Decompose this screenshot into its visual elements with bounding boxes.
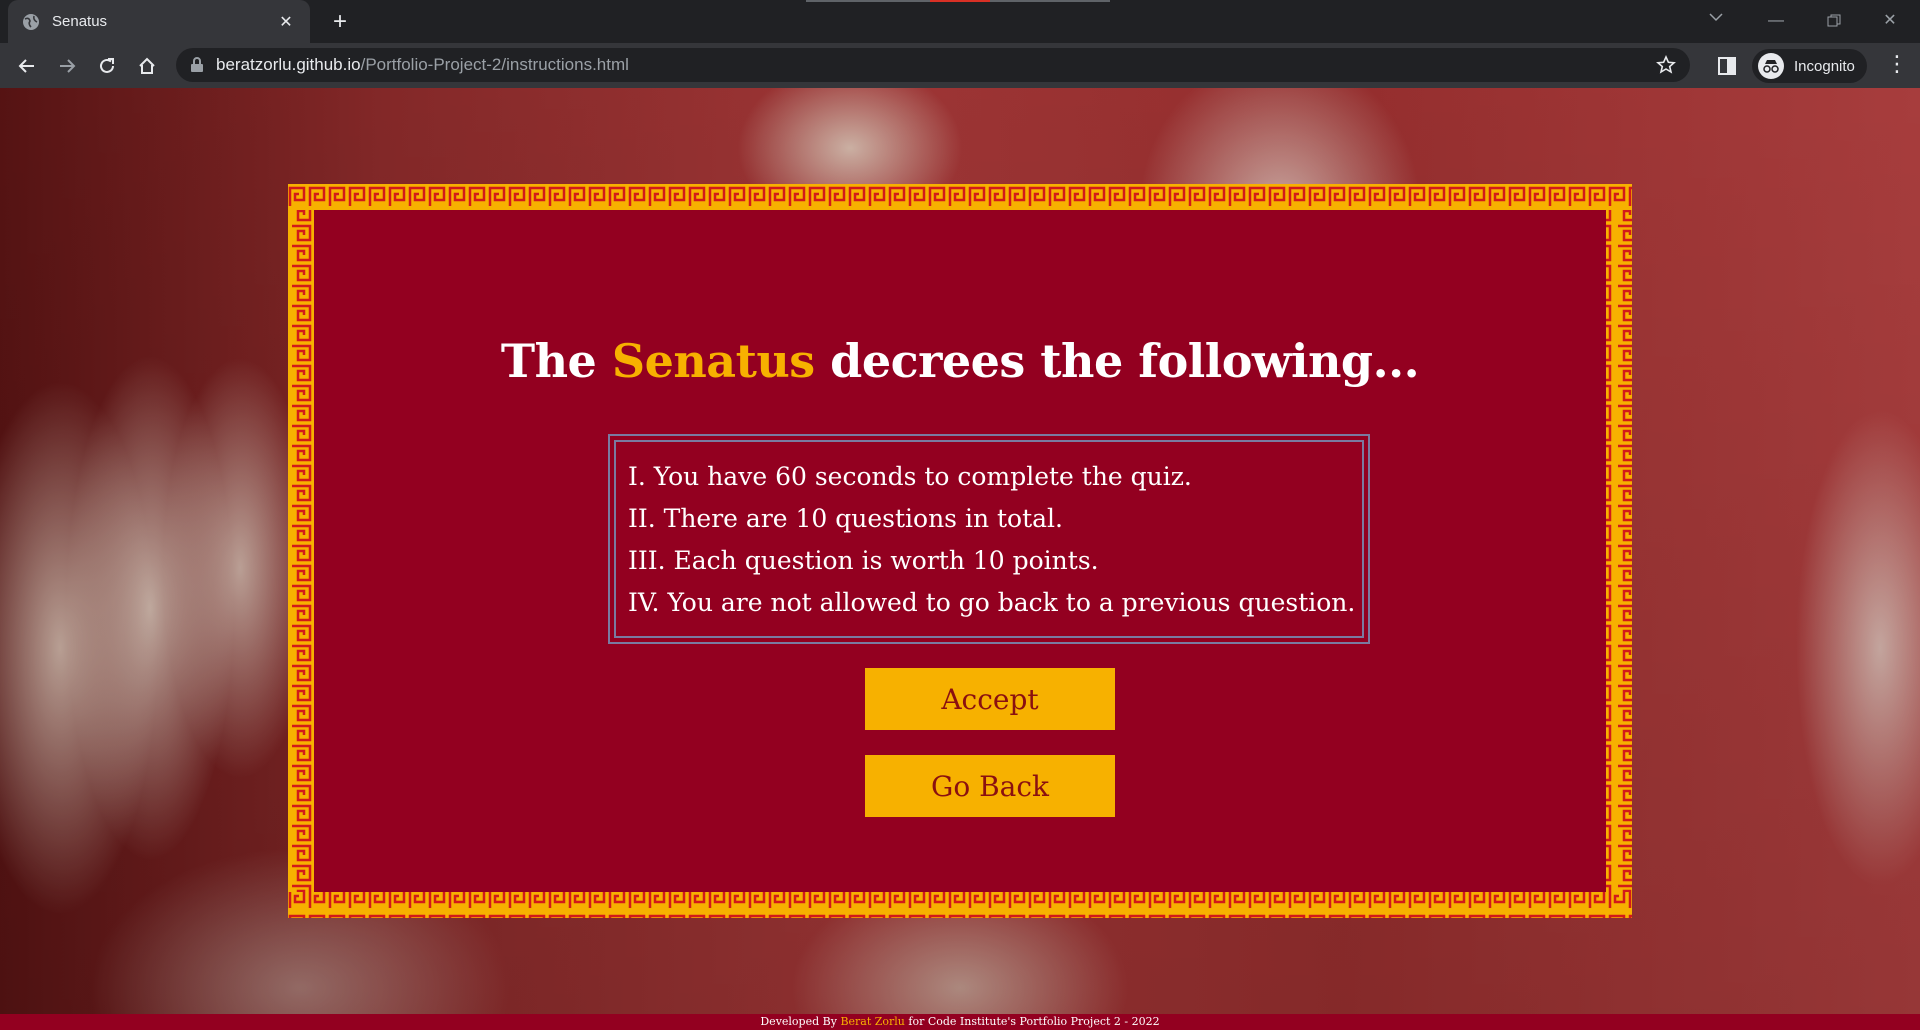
incognito-profile-button[interactable]: Incognito	[1752, 49, 1867, 83]
address-bar[interactable]: beratzorlu.github.io/Portfolio-Project-2…	[176, 48, 1690, 82]
rule-item: II. There are 10 questions in total.	[628, 504, 1063, 533]
drag-mark	[990, 0, 1110, 2]
go-back-button[interactable]: Go Back	[865, 755, 1115, 817]
card-body: The Senatus decrees the following... I. …	[314, 210, 1606, 892]
title-accent: Senatus	[611, 334, 815, 388]
tab-senatus[interactable]: Senatus ✕	[8, 0, 310, 43]
minimize-button[interactable]: —	[1756, 6, 1796, 36]
developer-name-link[interactable]: Berat Zorlu	[840, 1015, 904, 1028]
tab-strip: Senatus ✕ + — ✕	[0, 0, 1920, 43]
page-viewport: The Senatus decrees the following... I. …	[0, 88, 1920, 1030]
reload-icon[interactable]	[92, 51, 122, 81]
profile-label: Incognito	[1794, 57, 1855, 75]
accept-button[interactable]: Accept	[865, 668, 1115, 730]
tab-search-icon[interactable]	[1708, 10, 1724, 26]
browser-toolbar: beratzorlu.github.io/Portfolio-Project-2…	[0, 43, 1920, 88]
drag-mark	[806, 0, 930, 2]
page-footer: Developed By Berat Zorlu for Code Instit…	[0, 1014, 1920, 1030]
rule-item: I. You have 60 seconds to complete the q…	[628, 462, 1192, 491]
bookmark-star-icon[interactable]	[1656, 55, 1676, 75]
close-window-button[interactable]: ✕	[1870, 6, 1910, 36]
globe-icon	[23, 13, 39, 30]
incognito-icon	[1758, 53, 1784, 79]
instructions-card: The Senatus decrees the following... I. …	[288, 184, 1632, 918]
page-title: The Senatus decrees the following...	[500, 334, 1420, 388]
tab-title: Senatus	[52, 13, 108, 30]
forward-arrow-icon[interactable]	[52, 51, 82, 81]
side-panel-icon[interactable]	[1716, 55, 1738, 77]
kebab-menu-icon[interactable]: ⋮	[1886, 54, 1908, 77]
back-arrow-icon[interactable]	[12, 51, 42, 81]
new-tab-button[interactable]: +	[326, 8, 354, 36]
url-text: beratzorlu.github.io/Portfolio-Project-2…	[216, 55, 629, 74]
rule-item: III. Each question is worth 10 points.	[628, 546, 1099, 575]
rules-box: I. You have 60 seconds to complete the q…	[608, 434, 1370, 644]
restore-button[interactable]	[1814, 6, 1854, 36]
close-tab-icon[interactable]: ✕	[276, 12, 296, 31]
home-icon[interactable]	[132, 51, 162, 81]
rules-list: I. You have 60 seconds to complete the q…	[614, 440, 1364, 638]
lock-icon[interactable]	[190, 57, 204, 73]
recording-mark	[930, 0, 990, 2]
rule-item: IV. You are not allowed to go back to a …	[628, 588, 1356, 617]
